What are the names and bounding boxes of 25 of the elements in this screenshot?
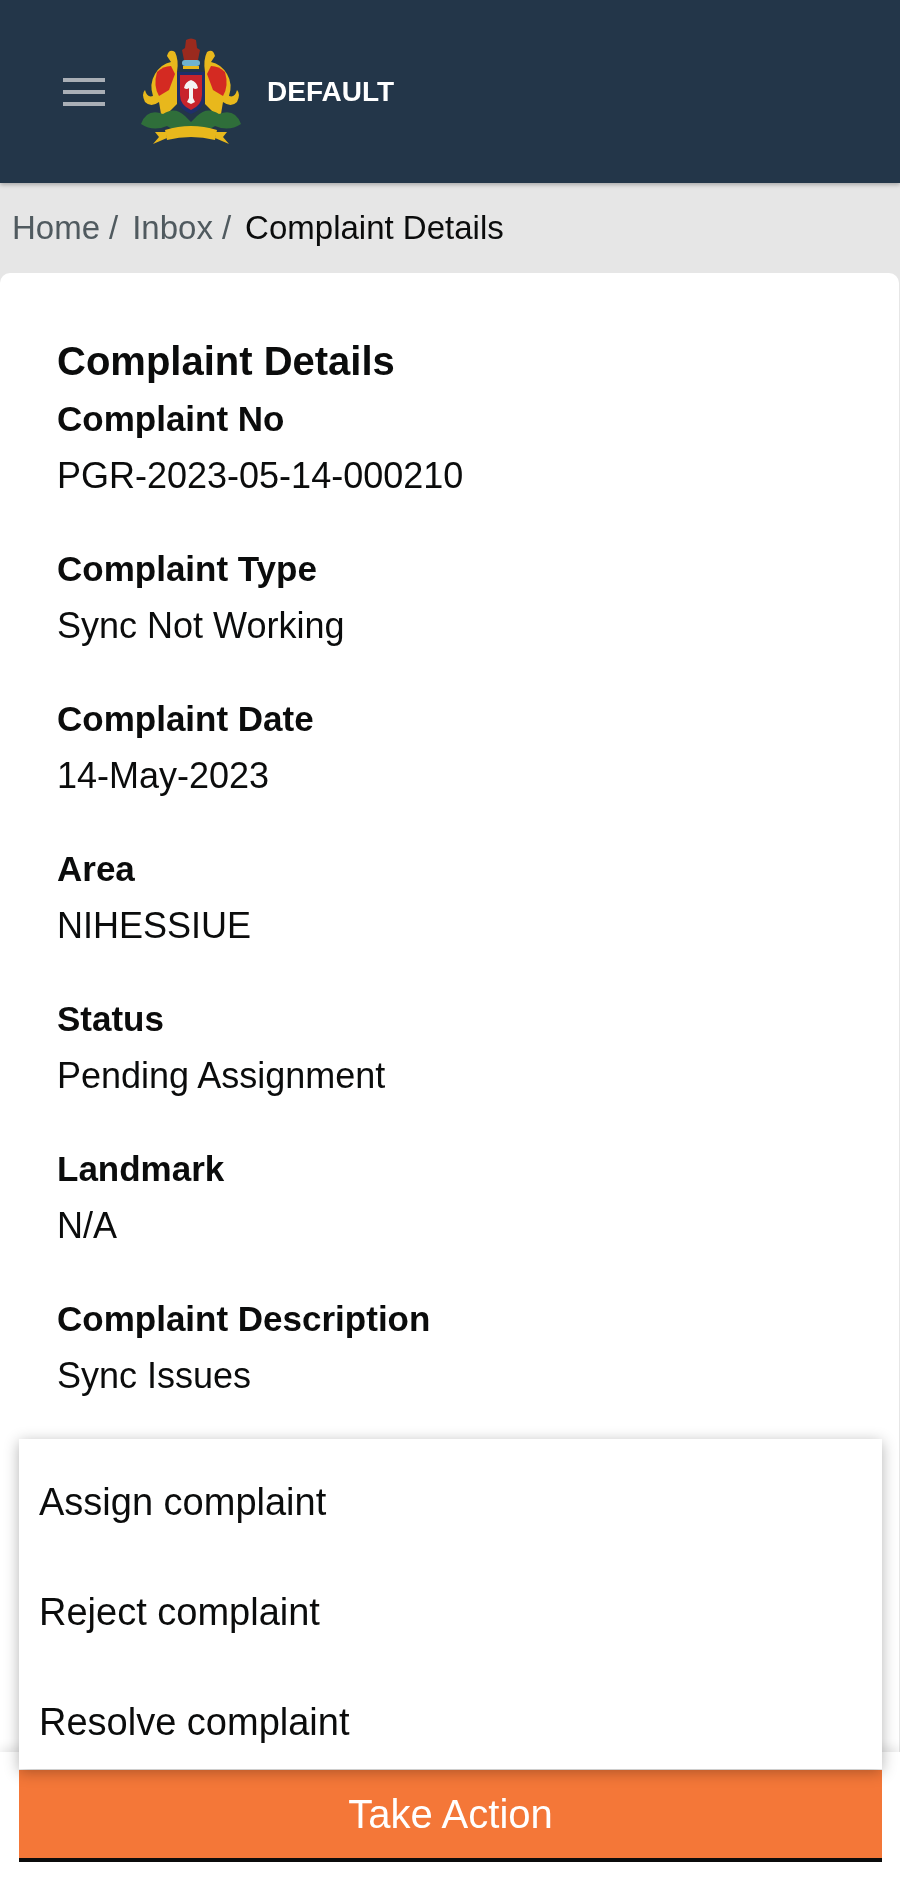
field-value: NIHESSIUE — [57, 904, 253, 948]
breadcrumb-separator: / — [221, 209, 232, 247]
field-label: Complaint No — [57, 398, 286, 440]
action-menu-item[interactable]: Reject complaint — [19, 1549, 882, 1659]
field-label: Complaint Description — [57, 1298, 432, 1340]
field-value: N/A — [57, 1204, 118, 1248]
field-value: Sync Issues — [57, 1354, 253, 1398]
header-title: DEFAULT — [267, 75, 395, 108]
menu-icon[interactable] — [63, 77, 105, 106]
field-label: Area — [57, 848, 136, 890]
field-label: Status — [57, 998, 165, 1040]
field-label: Complaint Type — [57, 548, 318, 590]
details-title: Complaint Details — [57, 338, 396, 385]
breadcrumb-link[interactable]: Inbox — [132, 209, 213, 247]
field-label: Landmark — [57, 1148, 226, 1190]
field-value: 14-May-2023 — [57, 754, 271, 798]
field-value: Pending Assignment — [57, 1054, 387, 1098]
field-value: PGR-2023-05-14-000210 — [57, 454, 465, 498]
breadcrumb-link[interactable]: Home — [12, 209, 101, 247]
action-menu-item[interactable]: Assign complaint — [19, 1439, 882, 1549]
breadcrumb-separator: / — [109, 209, 119, 247]
action-menu-item[interactable]: Resolve complaint — [19, 1659, 882, 1769]
field-value: Sync Not Working — [57, 604, 346, 648]
field-label: Complaint Date — [57, 698, 315, 740]
breadcrumb-current: Complaint Details — [245, 209, 504, 247]
